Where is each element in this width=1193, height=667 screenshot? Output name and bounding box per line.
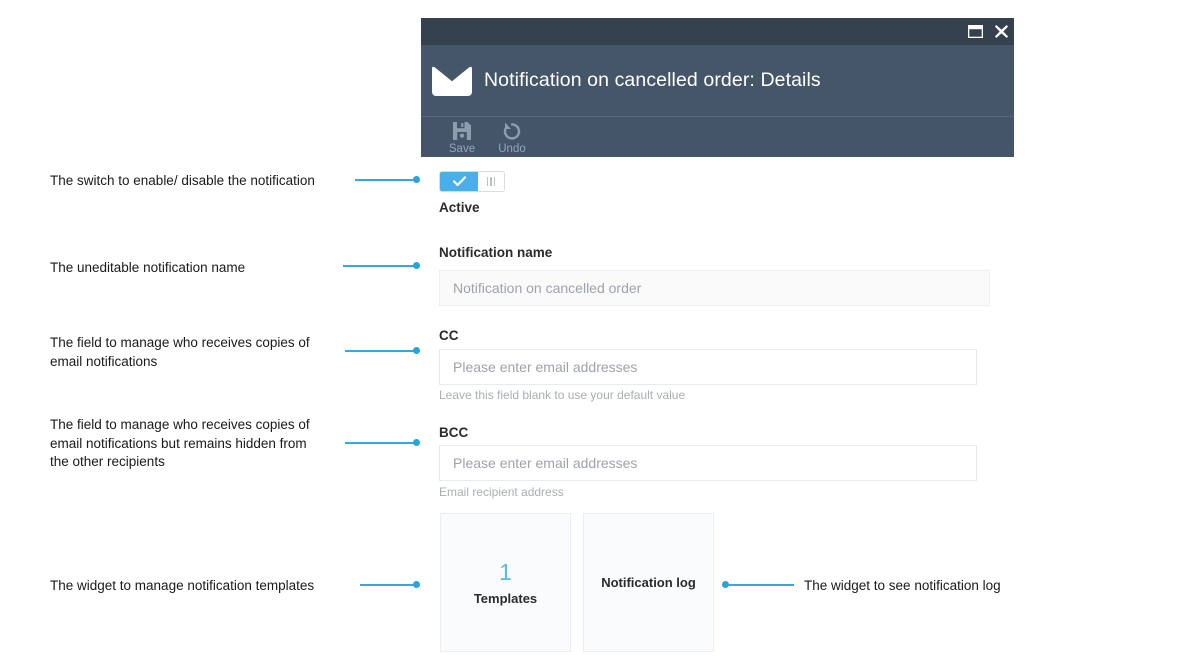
envelope-icon [432, 65, 472, 96]
leader-line-templates [360, 584, 415, 586]
leader-line-log [728, 584, 794, 586]
bcc-input[interactable]: Please enter email addresses [439, 445, 977, 481]
annotation-log: The widget to see notification log [804, 578, 1001, 593]
toggle-on-segment [440, 172, 478, 191]
notification-log-widget[interactable]: Notification log [583, 513, 714, 652]
save-icon [453, 122, 471, 140]
undo-icon [503, 122, 521, 140]
cc-label: CC [439, 328, 459, 343]
annotation-templates: The widget to manage notification templa… [50, 578, 315, 593]
close-icon [994, 25, 1008, 38]
leader-dot-switch [413, 176, 420, 183]
templates-widget[interactable]: 1 Templates [440, 513, 571, 652]
cc-hint: Leave this field blank to use your defau… [439, 388, 686, 402]
bcc-label: BCC [439, 425, 469, 440]
leader-dot-notification-name [413, 262, 420, 269]
save-button[interactable]: Save [437, 119, 487, 156]
toggle-handle[interactable] [478, 172, 504, 191]
handle-grip-bar [493, 177, 496, 186]
active-toggle[interactable] [439, 171, 505, 192]
active-label: Active [439, 200, 480, 215]
handle-grip-bar [486, 177, 489, 186]
window-titlebar [421, 18, 1014, 45]
annotation-switch: The switch to enable/ disable the notifi… [50, 173, 315, 188]
annotation-bcc: The field to manage who receives copies … [50, 417, 310, 469]
leader-line-bcc [345, 442, 415, 444]
cc-input[interactable]: Please enter email addresses [439, 349, 977, 385]
undo-label: Undo [498, 143, 526, 155]
templates-caption: Templates [473, 591, 538, 606]
close-button[interactable] [988, 18, 1014, 45]
check-icon [452, 176, 466, 187]
maximize-button[interactable] [962, 18, 988, 45]
leader-dot-bcc [413, 439, 420, 446]
notification-log-title: Notification log [601, 575, 696, 590]
save-label: Save [448, 143, 476, 155]
window-toolbar: Save Undo [421, 116, 1014, 157]
window-title: Notification on cancelled order: Details [484, 69, 821, 91]
undo-button[interactable]: Undo [487, 119, 537, 156]
leader-dot-templates [413, 581, 420, 588]
annotation-notification-name: The uneditable notification name [50, 260, 246, 275]
templates-count: 1 [499, 559, 512, 585]
window-header: Notification on cancelled order: Details [421, 45, 1014, 116]
maximize-icon [967, 25, 983, 38]
handle-grip-bar [490, 177, 492, 186]
leader-line-cc [345, 350, 415, 352]
notification-name-input: Notification on cancelled order [439, 270, 990, 306]
bcc-hint: Email recipient address [439, 485, 564, 499]
leader-line-switch [355, 179, 415, 181]
annotation-cc: The field to manage who receives copies … [50, 335, 310, 369]
leader-line-notification-name [343, 265, 415, 267]
notification-name-label: Notification name [439, 245, 553, 260]
app-window: Notification on cancelled order: Details… [421, 18, 1014, 157]
leader-dot-cc [413, 347, 420, 354]
